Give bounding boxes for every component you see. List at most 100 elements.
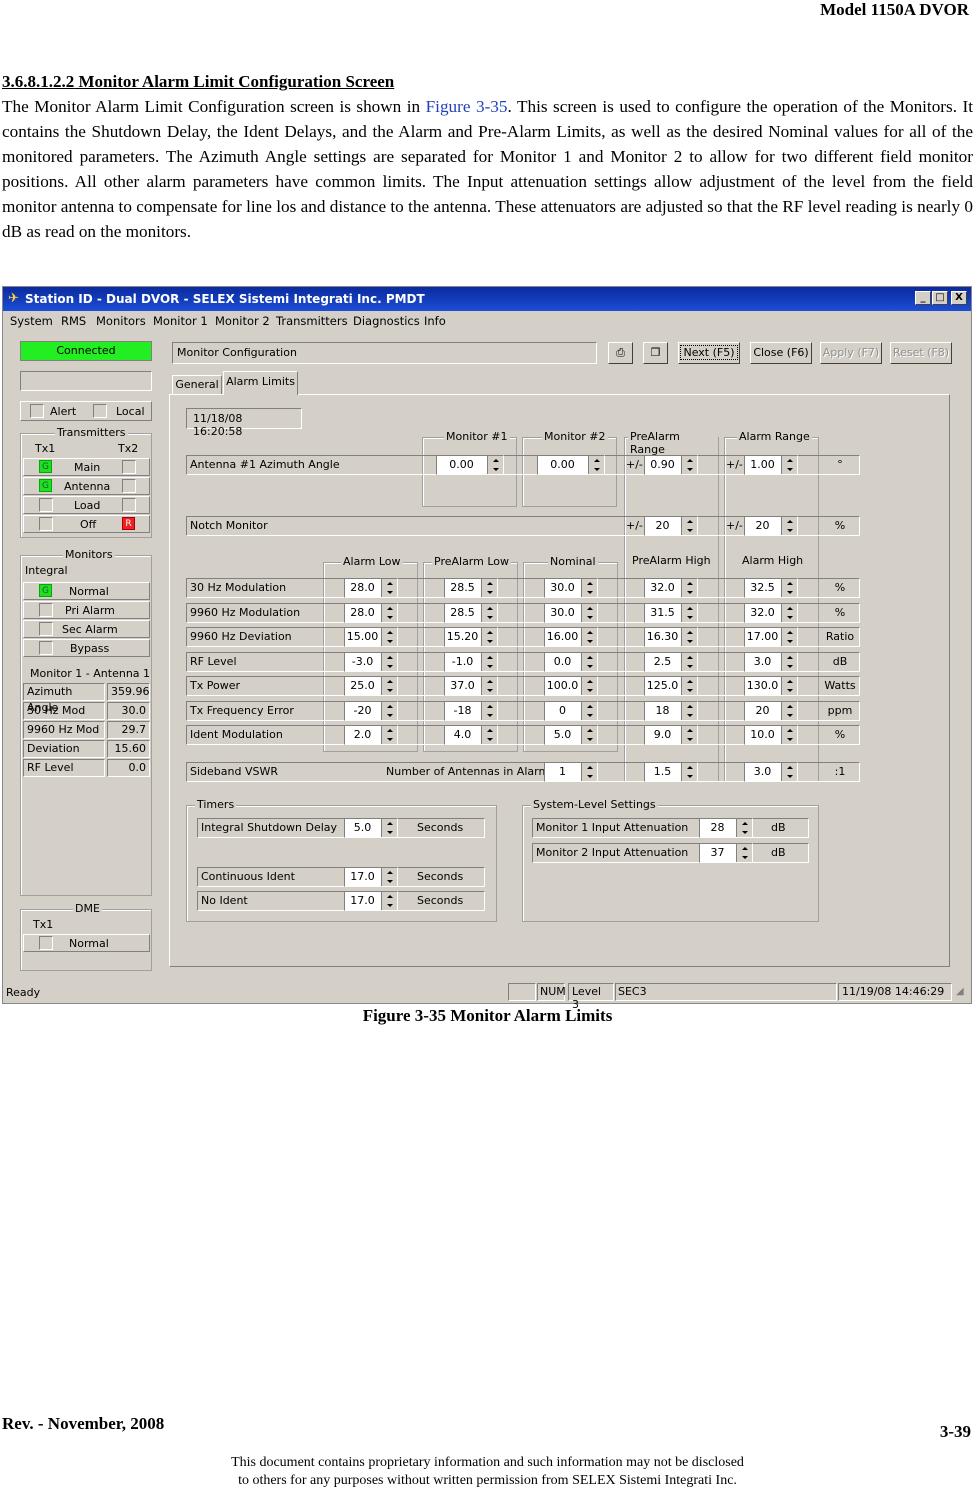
spinner-arrows[interactable]: [581, 701, 597, 720]
vswr-prealarm-spinner[interactable]: 1.5: [644, 762, 698, 782]
ident-modulation-prealarm-low-spinner[interactable]: 4.0: [444, 725, 498, 745]
tx-power-nominal-spinner[interactable]: 100.0: [544, 676, 598, 696]
menu-transmitters[interactable]: Transmitters: [276, 314, 348, 328]
spinner-arrows[interactable]: [781, 517, 797, 535]
spinner-arrows[interactable]: [381, 677, 397, 695]
spinner-arrows[interactable]: [581, 652, 597, 671]
30hz-modulation-alarm-low-spinner[interactable]: 28.0: [344, 578, 398, 598]
spinner-arrows[interactable]: [481, 652, 497, 671]
spinner-arrows[interactable]: [588, 456, 604, 474]
spinner-arrows[interactable]: [381, 652, 397, 671]
9960hz-deviation-nominal-spinner[interactable]: 16.00: [544, 627, 598, 647]
spinner-arrows[interactable]: [581, 603, 597, 622]
spinner-arrows[interactable]: [481, 628, 497, 646]
menu-system[interactable]: System: [10, 314, 53, 328]
spinner-arrows[interactable]: [481, 677, 497, 695]
resize-grip-icon[interactable]: ◢: [956, 986, 964, 997]
azimuth-prealarm-spinner[interactable]: 0.90: [644, 455, 698, 475]
9960hz-deviation-prealarm-low-spinner[interactable]: 15.20: [444, 627, 498, 647]
spinner-arrows[interactable]: [781, 763, 797, 781]
spinner-arrows[interactable]: [781, 579, 797, 597]
spinner-arrows[interactable]: [381, 868, 397, 886]
minimize-button[interactable]: _: [915, 291, 931, 305]
next-button[interactable]: Next (F5): [678, 342, 740, 364]
spinner-arrows[interactable]: [681, 456, 697, 474]
continuous-ident-spinner[interactable]: 17.0: [344, 867, 398, 887]
dme-normal-checkbox[interactable]: [39, 936, 53, 950]
local-checkbox[interactable]: [93, 404, 107, 418]
close-config-button[interactable]: Close (F6): [750, 342, 812, 364]
menu-monitors[interactable]: Monitors: [96, 314, 146, 328]
spinner-arrows[interactable]: [736, 844, 752, 862]
spinner-arrows[interactable]: [681, 763, 697, 781]
tx-power-alarm-low-spinner[interactable]: 25.0: [344, 676, 398, 696]
menu-info[interactable]: Info: [424, 314, 446, 328]
menu-rms[interactable]: RMS: [61, 314, 86, 328]
maximize-button[interactable]: □: [932, 291, 948, 305]
spinner-arrows[interactable]: [487, 456, 503, 474]
30hz-modulation-prealarm-high-spinner[interactable]: 32.0: [644, 578, 698, 598]
spinner-arrows[interactable]: [681, 677, 697, 695]
pri-alarm-checkbox[interactable]: [39, 603, 53, 617]
rf-level-alarm-low-spinner[interactable]: -3.0: [344, 651, 398, 672]
tx-power-alarm-high-spinner[interactable]: 130.0: [744, 676, 798, 696]
tx-power-prealarm-high-spinner[interactable]: 125.0: [644, 676, 698, 696]
spinner-arrows[interactable]: [581, 579, 597, 597]
spinner-arrows[interactable]: [381, 819, 397, 837]
rf-level-alarm-high-spinner[interactable]: 3.0: [744, 651, 798, 672]
30hz-modulation-nominal-spinner[interactable]: 30.0: [544, 578, 598, 598]
spinner-arrows[interactable]: [681, 726, 697, 744]
spinner-arrows[interactable]: [381, 579, 397, 597]
tx2-load-checkbox[interactable]: [122, 498, 136, 512]
antennas-in-alarm-spinner[interactable]: 1: [544, 762, 598, 782]
tx-frequency-error-prealarm-high-spinner[interactable]: 18: [644, 700, 698, 721]
menu-monitor-1[interactable]: Monitor 1: [153, 314, 208, 328]
spinner-arrows[interactable]: [681, 603, 697, 622]
9960hz-modulation-prealarm-low-spinner[interactable]: 28.5: [444, 602, 498, 623]
menu-monitor-2[interactable]: Monitor 2: [215, 314, 270, 328]
menu-diagnostics[interactable]: Diagnostics: [353, 314, 420, 328]
tab-alarm-limits[interactable]: Alarm Limits: [223, 371, 298, 395]
spinner-arrows[interactable]: [481, 603, 497, 622]
spinner-arrows[interactable]: [781, 628, 797, 646]
spinner-arrows[interactable]: [781, 652, 797, 671]
reset-button[interactable]: Reset (F8): [890, 342, 952, 364]
rf-level-prealarm-high-spinner[interactable]: 2.5: [644, 651, 698, 672]
shutdown-delay-spinner[interactable]: 5.0: [344, 818, 398, 838]
azimuth-alarm-spinner[interactable]: 1.00: [744, 455, 798, 475]
mon1-attenuation-spinner[interactable]: 28: [699, 818, 753, 838]
no-ident-spinner[interactable]: 17.0: [344, 891, 398, 911]
rf-level-nominal-spinner[interactable]: 0.0: [544, 651, 598, 672]
spinner-arrows[interactable]: [681, 701, 697, 720]
tx-frequency-error-alarm-high-spinner[interactable]: 20: [744, 700, 798, 721]
sec-alarm-checkbox[interactable]: [39, 622, 53, 636]
9960hz-modulation-alarm-high-spinner[interactable]: 32.0: [744, 602, 798, 623]
tx2-antenna-checkbox[interactable]: [122, 479, 136, 493]
ident-modulation-prealarm-high-spinner[interactable]: 9.0: [644, 725, 698, 745]
mon2-attenuation-spinner[interactable]: 37: [699, 843, 753, 863]
spinner-arrows[interactable]: [381, 701, 397, 720]
spinner-arrows[interactable]: [581, 677, 597, 695]
spinner-arrows[interactable]: [581, 726, 597, 744]
9960hz-modulation-prealarm-high-spinner[interactable]: 31.5: [644, 602, 698, 623]
spinner-arrows[interactable]: [381, 628, 397, 646]
spinner-arrows[interactable]: [681, 628, 697, 646]
spinner-arrows[interactable]: [681, 579, 697, 597]
close-window-button[interactable]: X: [951, 291, 967, 305]
spinner-arrows[interactable]: [381, 726, 397, 744]
tx2-main-checkbox[interactable]: [122, 460, 136, 474]
spinner-arrows[interactable]: [581, 628, 597, 646]
notch-alarm-spinner[interactable]: 20: [744, 516, 798, 536]
spinner-arrows[interactable]: [381, 892, 397, 910]
notch-prealarm-spinner[interactable]: 20: [644, 516, 698, 536]
ident-modulation-nominal-spinner[interactable]: 5.0: [544, 725, 598, 745]
apply-button[interactable]: Apply (F7): [820, 342, 882, 364]
tx-power-prealarm-low-spinner[interactable]: 37.0: [444, 676, 498, 696]
9960hz-modulation-alarm-low-spinner[interactable]: 28.0: [344, 602, 398, 623]
spinner-arrows[interactable]: [581, 763, 597, 781]
9960hz-deviation-prealarm-high-spinner[interactable]: 16.30: [644, 627, 698, 647]
tx-frequency-error-alarm-low-spinner[interactable]: -20: [344, 700, 398, 721]
9960hz-modulation-nominal-spinner[interactable]: 30.0: [544, 602, 598, 623]
alert-checkbox[interactable]: [30, 404, 44, 418]
spinner-arrows[interactable]: [381, 603, 397, 622]
